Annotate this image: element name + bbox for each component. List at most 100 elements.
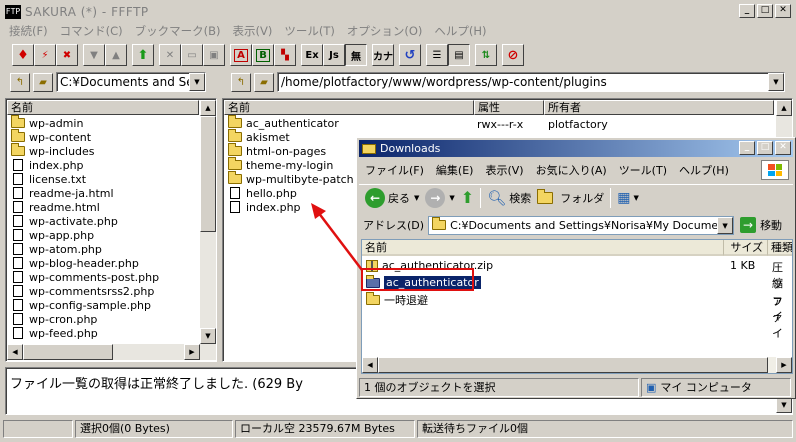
close-button[interactable]: ✕	[775, 141, 791, 155]
list-item[interactable]: license.txt	[11, 172, 159, 186]
list-item[interactable]: wp-cron.php	[11, 312, 159, 326]
search-button[interactable]: 🔍︎ 検索	[487, 189, 531, 207]
binary-mode-button[interactable]: B	[252, 44, 274, 66]
explorer-header-type[interactable]: 種類	[768, 240, 792, 256]
local-horizontal-scrollbar[interactable]: ◀ ▶	[7, 344, 216, 360]
menu-help[interactable]: ヘルプ(H)	[673, 162, 735, 178]
remote-open-folder-icon[interactable]: ▰	[254, 72, 274, 92]
address-dropdown-icon[interactable]: ▼	[717, 216, 734, 234]
menu-connect[interactable]: 接続(F)	[3, 22, 54, 40]
quick-connect-icon[interactable]: ⚡	[34, 44, 56, 66]
delete-icon[interactable]: ✕	[159, 44, 181, 66]
close-button[interactable]: ✕	[775, 4, 791, 18]
remote-path-dropdown-icon[interactable]: ▼	[768, 73, 784, 91]
folders-button[interactable]: フォルダ	[537, 188, 604, 206]
explorer-header-name[interactable]: 名前	[362, 240, 724, 256]
menu-favorites[interactable]: お気に入り(A)	[530, 162, 613, 178]
table-row[interactable]: 一時退避	[366, 291, 428, 307]
download-icon[interactable]: ▼	[83, 44, 105, 66]
auto-mode-icon[interactable]: ▚	[274, 44, 296, 66]
rename-icon[interactable]: ▭	[181, 44, 203, 66]
go-button[interactable]: → 移動	[740, 217, 782, 233]
hscroll-thumb[interactable]	[23, 344, 113, 360]
menu-view[interactable]: 表示(V)	[479, 162, 529, 178]
list-item[interactable]: index.php	[11, 158, 159, 172]
scroll-up-icon[interactable]: ▲	[200, 100, 216, 116]
list-item[interactable]: wp-atom.php	[11, 242, 159, 256]
remote-header-name[interactable]: 名前	[224, 100, 474, 115]
list-item[interactable]: wp-commentsrss2.php	[11, 284, 159, 298]
menu-tools[interactable]: ツール(T)	[613, 162, 673, 178]
list-item[interactable]: wp-config-sample.php	[11, 298, 159, 312]
list-item[interactable]: wp-comments-post.php	[11, 270, 159, 284]
explorer-horizontal-scrollbar[interactable]: ◀ ▶	[362, 357, 792, 373]
back-dropdown-icon[interactable]: ▼	[414, 194, 419, 202]
menu-file[interactable]: ファイル(F)	[359, 162, 430, 178]
hscroll-thumb[interactable]	[378, 357, 768, 373]
list-item[interactable]: readme-ja.html	[11, 186, 159, 200]
sync-icon[interactable]: ⇅	[475, 44, 497, 66]
scroll-down-icon[interactable]: ▼	[200, 328, 216, 344]
forward-dropdown-icon[interactable]: ▼	[449, 194, 454, 202]
kana-button[interactable]: カナ	[372, 44, 394, 66]
list-item[interactable]: wp-blog-header.php	[11, 256, 159, 270]
remote-up-folder-icon[interactable]: ↰	[231, 72, 251, 92]
explorer-title-bar[interactable]: Downloads _ □ ✕	[359, 140, 793, 157]
list-item[interactable]: wp-admin	[11, 115, 159, 130]
scroll-thumb[interactable]	[200, 116, 216, 232]
forward-button[interactable]: → ▼	[425, 187, 455, 208]
minimize-button[interactable]: _	[739, 4, 755, 18]
remote-header-owner[interactable]: 所有者	[544, 100, 774, 115]
local-vertical-scrollbar[interactable]: ▲ ▼	[200, 100, 216, 344]
remote-path-combo[interactable]: /home/plotfactory/www/wordpress/wp-conte…	[277, 72, 785, 92]
mkdir-icon[interactable]: ▣	[203, 44, 225, 66]
stop-icon[interactable]: ⊘	[502, 44, 524, 66]
scroll-up-icon[interactable]: ▲	[776, 100, 792, 116]
explorer-header-size[interactable]: サイズ	[724, 240, 768, 256]
list-item[interactable]: wp-content	[11, 129, 159, 144]
disconnect-icon[interactable]: ✖	[56, 44, 78, 66]
list-item[interactable]: wp-activate.php	[11, 214, 159, 228]
list-item[interactable]: readme.html	[11, 200, 159, 214]
list-view-icon[interactable]: ☰	[426, 44, 448, 66]
title-bar[interactable]: FTP SAKURA (*) - FFFTP _ □ ✕	[3, 3, 793, 21]
menu-edit[interactable]: 編集(E)	[430, 162, 480, 178]
list-item[interactable]: wp-includes	[11, 143, 159, 158]
local-file-list[interactable]: 名前 wp-admin wp-content wp-includes index…	[5, 98, 217, 362]
address-combo[interactable]: C:¥Documents and Settings¥Norisa¥My Docu…	[428, 215, 735, 235]
views-button[interactable]: ▦ ▼	[617, 190, 639, 206]
menu-bookmark[interactable]: ブックマーク(B)	[129, 22, 227, 40]
scroll-down-icon[interactable]: ▼	[776, 397, 792, 413]
list-item[interactable]: wp-feed.php	[11, 326, 159, 340]
list-item[interactable]: wp-multibyte-patch	[228, 171, 354, 186]
up-folder-button[interactable]: ⬆	[461, 188, 474, 207]
menu-view[interactable]: 表示(V)	[226, 22, 278, 40]
maximize-button[interactable]: □	[757, 4, 773, 18]
remote-header-attr[interactable]: 属性	[474, 100, 544, 115]
local-up-folder-icon[interactable]: ↰	[10, 72, 30, 92]
local-open-folder-icon[interactable]: ▰	[33, 72, 53, 92]
list-item[interactable]: ac_authenticator	[228, 115, 354, 130]
detail-view-icon[interactable]: ▤	[448, 44, 470, 66]
views-dropdown-icon[interactable]: ▼	[633, 194, 638, 202]
jis-button[interactable]: Js	[323, 44, 345, 66]
ascii-mode-button[interactable]: A	[230, 44, 252, 66]
scroll-left-icon[interactable]: ◀	[7, 344, 23, 360]
scroll-left-icon[interactable]: ◀	[362, 357, 378, 373]
upload-icon[interactable]: ▲	[105, 44, 127, 66]
menu-tools[interactable]: ツール(T)	[278, 22, 341, 40]
explorer-file-list[interactable]: 名前 サイズ 種類 ac_authenticator.zip 1 KB 圧縮 a…	[361, 239, 793, 374]
minimize-button[interactable]: _	[739, 141, 755, 155]
refresh-icon[interactable]: ↺	[399, 44, 421, 66]
menu-command[interactable]: コマンド(C)	[54, 22, 129, 40]
local-path-dropdown-icon[interactable]: ▼	[189, 73, 205, 91]
list-item[interactable]: index.php	[228, 200, 354, 214]
connect-icon[interactable]: ♦	[12, 44, 34, 66]
ext-button[interactable]: Ex	[301, 44, 323, 66]
menu-help[interactable]: ヘルプ(H)	[428, 22, 492, 40]
scroll-right-icon[interactable]: ▶	[776, 357, 792, 373]
menu-options[interactable]: オプション(O)	[341, 22, 429, 40]
back-button[interactable]: ← 戻る ▼	[365, 187, 419, 208]
list-item[interactable]: theme-my-login	[228, 157, 354, 172]
local-path-combo[interactable]: C:¥Documents and Se ▼	[56, 72, 206, 92]
